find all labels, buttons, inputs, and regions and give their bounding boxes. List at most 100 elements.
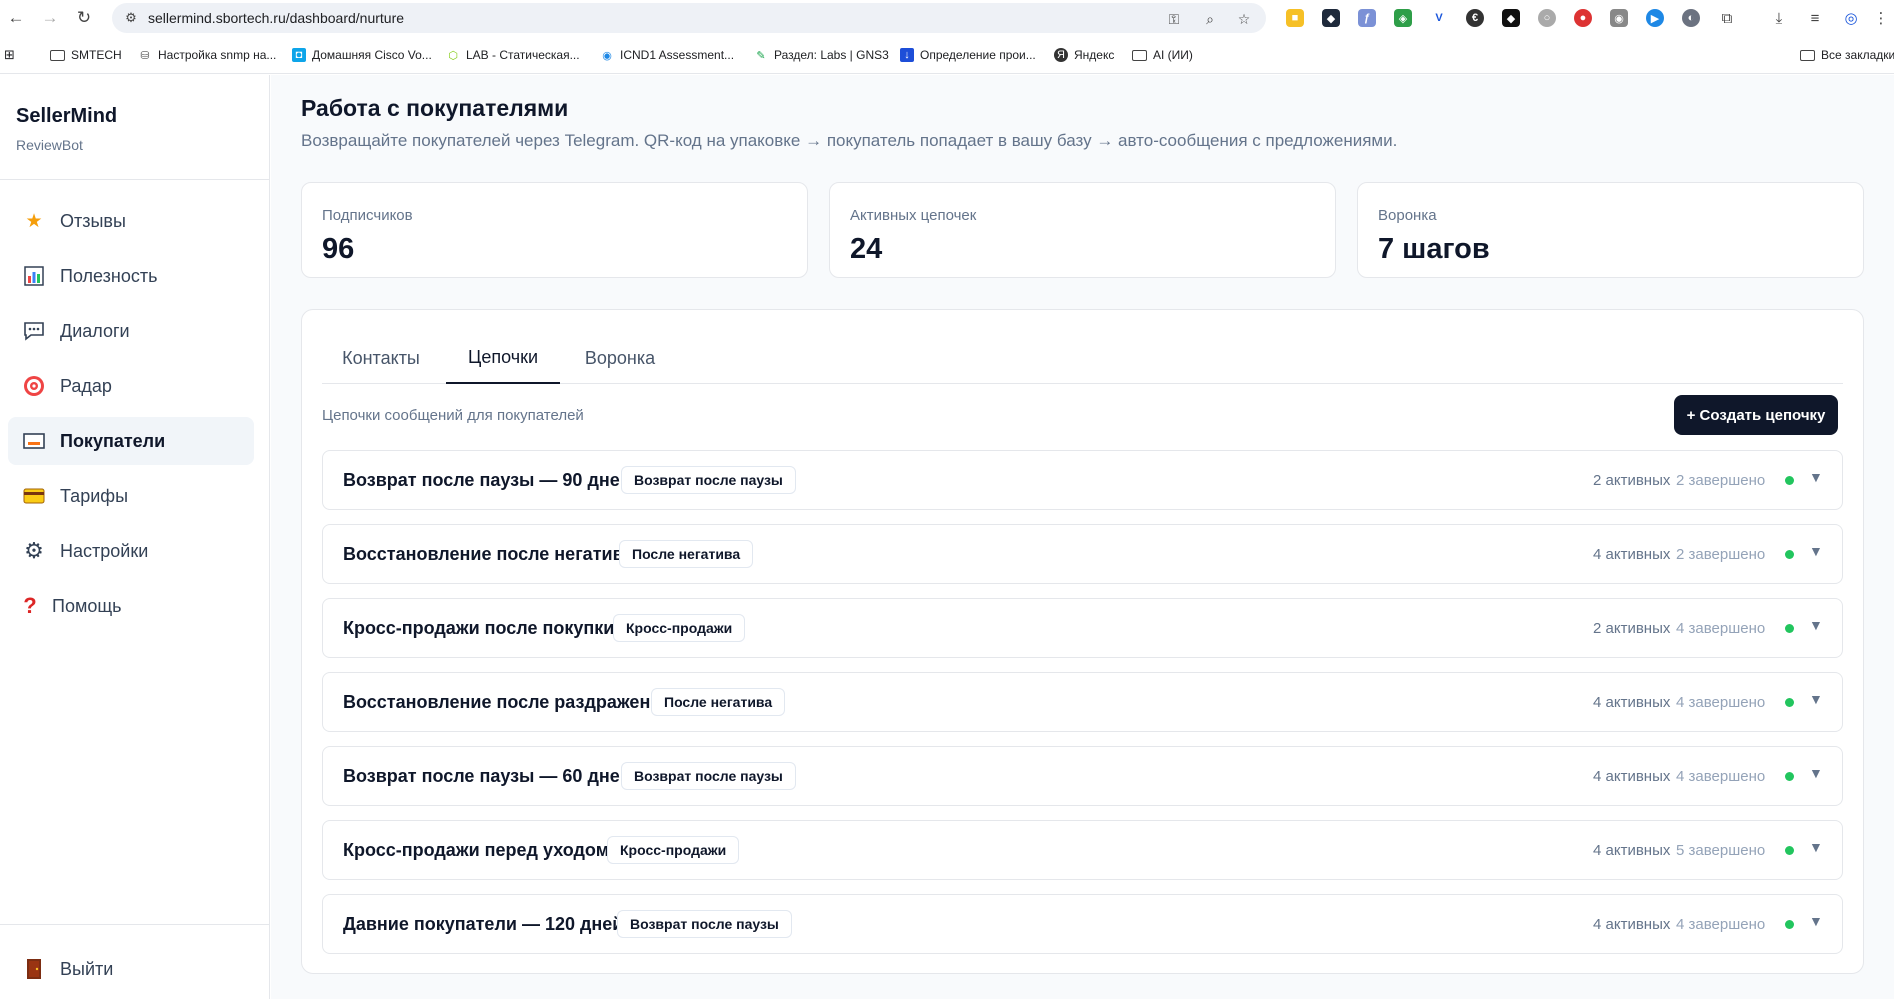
sidebar-item-label: Диалоги (60, 320, 130, 341)
tab-funnel[interactable]: Воронка (566, 332, 674, 384)
bookmark-ai[interactable]: AI (ИИ) (1132, 46, 1193, 64)
stat-value: 24 (850, 233, 883, 265)
bookmark-label: ICND1 Assessment... (620, 48, 735, 62)
expand-chevron-icon[interactable]: ▼ (1809, 543, 1823, 559)
profile-icon[interactable]: ◎ (1840, 7, 1862, 29)
status-dot (1785, 846, 1794, 855)
chain-done-count: 2 завершено (1676, 546, 1766, 563)
extensions-puzzle-icon[interactable]: ⧉ (1716, 7, 1738, 29)
chain-active-count: 4 активных (1593, 768, 1671, 785)
sidebar-item-reviews[interactable]: ★ Отзывы (8, 197, 254, 245)
credit-card-icon (22, 484, 46, 508)
extension-icon-4[interactable]: ◈ (1394, 9, 1412, 27)
sidebar-item-customers[interactable]: Покупатели (8, 417, 254, 465)
chain-done-count: 4 завершено (1676, 620, 1766, 637)
bookmark-label: Определение прои... (920, 48, 1036, 62)
bookmark-smtech[interactable]: SMTECH (50, 46, 122, 64)
extension-icon-11[interactable]: ▶ (1646, 9, 1664, 27)
sidebar-item-settings[interactable]: ⚙ Настройки (8, 527, 254, 575)
sidebar-item-label: Отзывы (60, 210, 126, 231)
url-text[interactable]: sellermind.sbortech.ru/dashboard/nurture (148, 10, 404, 26)
stat-label: Воронка (1378, 207, 1437, 224)
extension-icon-7[interactable]: ◆ (1502, 9, 1520, 27)
brand-subtitle: ReviewBot (16, 137, 83, 153)
chain-row[interactable]: Кросс-продажи после покупки Кросс-продаж… (322, 598, 1843, 658)
extension-icon-10[interactable]: ◉ (1610, 9, 1628, 27)
zoom-icon[interactable]: ⌕ (1200, 9, 1220, 29)
bookmark-cisco[interactable]: ◘ Домашняя Cisco Vo... (292, 46, 432, 64)
download-icon: ↓ (900, 48, 914, 62)
bookmark-label: AI (ИИ) (1153, 48, 1193, 62)
expand-chevron-icon[interactable]: ▼ (1809, 913, 1823, 929)
status-dot (1785, 476, 1794, 485)
bookmark-snmp[interactable]: ⛁ Настройка snmp на... (138, 46, 276, 64)
bookmark-label: Яндекс (1074, 48, 1115, 62)
apps-grid-icon[interactable]: ⊞ (4, 46, 15, 64)
expand-chevron-icon[interactable]: ▼ (1809, 617, 1823, 633)
extension-icon-6[interactable]: € (1466, 9, 1484, 27)
extension-icon-5[interactable]: V (1430, 9, 1448, 27)
expand-chevron-icon[interactable]: ▼ (1809, 469, 1823, 485)
stat-card-funnel: Воронка 7 шагов (1357, 182, 1864, 278)
chain-row[interactable]: Возврат после паузы — 60 дней Возврат по… (322, 746, 1843, 806)
forward-arrow-icon[interactable]: → (38, 6, 62, 30)
tab-contacts[interactable]: Контакты (322, 332, 440, 384)
chain-row[interactable]: Восстановление после раздражения После н… (322, 672, 1843, 732)
tab-chains[interactable]: Цепочки (446, 332, 560, 384)
sidebar-item-radar[interactable]: Радар (8, 362, 254, 410)
status-dot (1785, 698, 1794, 707)
bookmark-definition[interactable]: ↓ Определение прои... (900, 46, 1036, 64)
chain-done-count: 4 завершено (1676, 916, 1766, 933)
extension-icon-2[interactable]: ◆ (1322, 9, 1340, 27)
extension-icon-12[interactable]: ◐ (1682, 9, 1700, 27)
sidebar-item-label: Настройки (60, 540, 149, 561)
all-bookmarks[interactable]: Все закладки (1800, 46, 1894, 64)
chat-icon (22, 319, 46, 343)
chain-done-count: 2 завершено (1676, 472, 1766, 489)
back-arrow-icon[interactable]: ← (4, 6, 28, 30)
extension-icon-9[interactable]: ● (1574, 9, 1592, 27)
media-icon[interactable]: ≡ (1804, 7, 1826, 29)
sidebar-item-usefulness[interactable]: Полезность (8, 252, 254, 300)
chain-row[interactable]: Возврат после паузы — 90 дней Возврат по… (322, 450, 1843, 510)
reload-icon[interactable]: ↻ (72, 6, 96, 30)
bookmark-icnd1[interactable]: ◉ ICND1 Assessment... (600, 46, 734, 64)
downloads-icon[interactable]: ⤓ (1768, 7, 1790, 29)
expand-chevron-icon[interactable]: ▼ (1809, 691, 1823, 707)
bookmark-star-icon[interactable]: ☆ (1234, 9, 1254, 29)
chain-row[interactable]: Давние покупатели — 120 дней Возврат пос… (322, 894, 1843, 954)
password-key-icon[interactable]: ⚿ (1164, 9, 1184, 29)
sidebar-item-tariffs[interactable]: Тарифы (8, 472, 254, 520)
chain-badge: Кросс-продажи (607, 836, 740, 864)
address-bar[interactable]: ⚙ sellermind.sbortech.ru/dashboard/nurtu… (112, 3, 1266, 33)
menu-icon[interactable]: ⋮ (1870, 7, 1892, 29)
expand-chevron-icon[interactable]: ▼ (1809, 839, 1823, 855)
chain-row[interactable]: Кросс-продажи перед уходом Кросс-продажи… (322, 820, 1843, 880)
sidebar-item-dialogs[interactable]: Диалоги (8, 307, 254, 355)
chain-row[interactable]: Восстановление после негатива После нега… (322, 524, 1843, 584)
chain-name: Кросс-продажи после покупки (343, 618, 615, 638)
expand-chevron-icon[interactable]: ▼ (1809, 765, 1823, 781)
chain-done-count: 4 завершено (1676, 694, 1766, 711)
browser-toolbar: ← → ↻ ⚙ sellermind.sbortech.ru/dashboard… (0, 0, 1894, 36)
extension-icon-1[interactable]: ■ (1286, 9, 1304, 27)
stat-value: 96 (322, 233, 355, 265)
page-title: Работа с покупателями (301, 95, 569, 121)
bar-chart-icon (22, 264, 46, 288)
customers-icon (22, 429, 46, 453)
bookmark-lab[interactable]: ⬡ LAB - Статическая... (446, 46, 580, 64)
bookmark-yandex[interactable]: Я Яндекс (1054, 46, 1114, 64)
status-dot (1785, 920, 1794, 929)
chain-name: Возврат после паузы — 60 дней (343, 766, 631, 786)
sidebar-item-help[interactable]: ? Помощь (8, 582, 254, 630)
extension-icon-8[interactable]: ○ (1538, 9, 1556, 27)
bookmark-gns3[interactable]: ✎ Раздел: Labs | GNS3 (754, 46, 888, 64)
chain-badge: После негатива (619, 540, 754, 568)
stat-value: 7 шагов (1378, 233, 1490, 265)
site-info-icon[interactable]: ⚙ (122, 9, 140, 27)
extension-icon-3[interactable]: ƒ (1358, 9, 1376, 27)
bookmark-label: LAB - Статическая... (466, 48, 580, 62)
create-chain-button[interactable]: + Создать цепочку (1674, 395, 1838, 435)
tab-bar: Контакты Цепочки Воронка (322, 332, 1843, 384)
logout-button[interactable]: Выйти (8, 945, 254, 993)
